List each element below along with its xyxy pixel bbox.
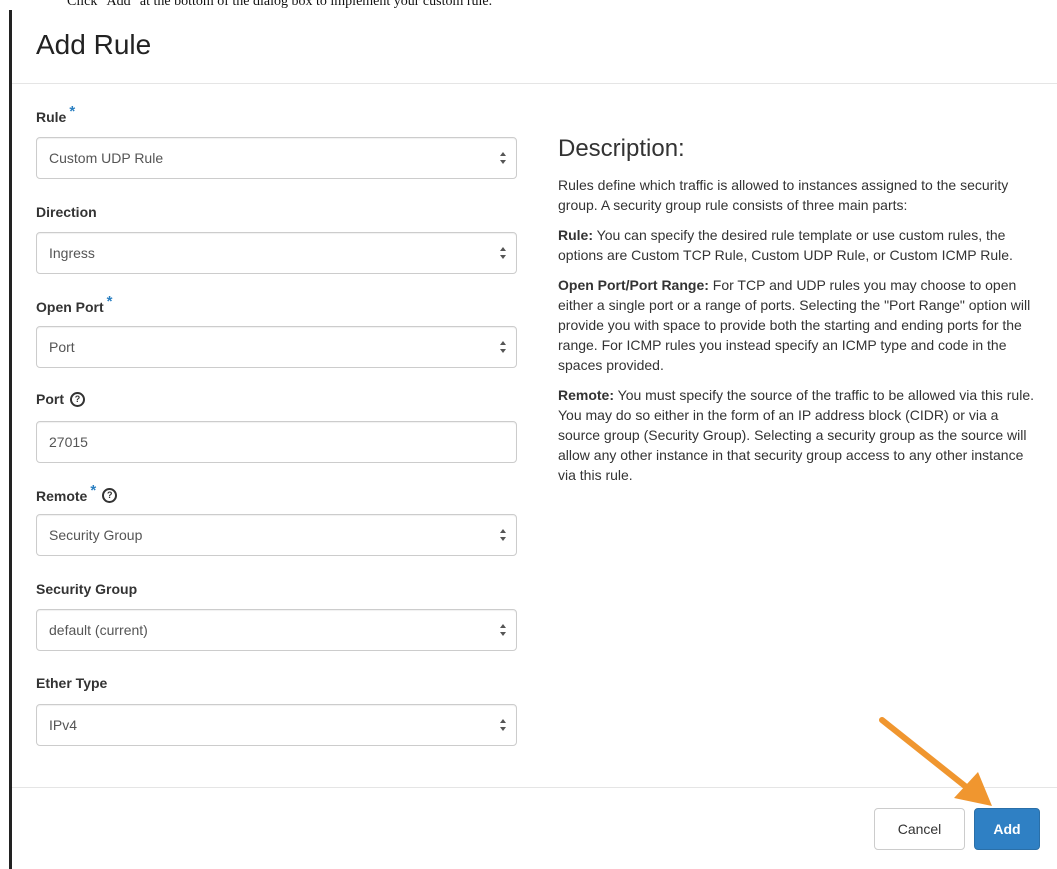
- up-down-caret-icon: [500, 152, 506, 164]
- remote-label: Remote * ?: [36, 482, 118, 504]
- port-input[interactable]: [36, 421, 517, 463]
- up-down-caret-icon: [500, 247, 506, 259]
- remote-select[interactable]: Security Group: [36, 514, 517, 556]
- ether-type-select[interactable]: IPv4: [36, 704, 517, 746]
- description-panel: Description: Rules define which traffic …: [558, 135, 1038, 495]
- description-remote: Remote: You must specify the source of t…: [558, 385, 1038, 485]
- direction-label: Direction: [36, 204, 97, 220]
- port-label: Port ?: [36, 391, 85, 407]
- required-asterisk-icon: *: [69, 103, 76, 120]
- page-left-border: [9, 10, 12, 869]
- up-down-caret-icon: [500, 341, 506, 353]
- description-remote-title: Remote:: [558, 387, 615, 403]
- up-down-caret-icon: [500, 719, 506, 731]
- description-port-title: Open Port/Port Range:: [558, 277, 709, 293]
- description-heading: Description:: [558, 135, 685, 162]
- cancel-button[interactable]: Cancel: [874, 808, 965, 850]
- modal-title: Add Rule: [36, 29, 152, 60]
- question-circle-icon[interactable]: ?: [70, 391, 85, 407]
- required-asterisk-icon: *: [106, 293, 113, 310]
- modal-header: Add Rule: [12, 10, 1057, 84]
- required-asterisk-icon: *: [90, 482, 97, 499]
- question-circle-icon[interactable]: ?: [102, 488, 118, 503]
- open-port-select[interactable]: Port: [36, 326, 517, 368]
- instruction-text: Click "Add" at the bottom of the dialog …: [67, 0, 493, 9]
- up-down-caret-icon: [500, 529, 506, 541]
- rule-select[interactable]: Custom UDP Rule: [36, 137, 517, 179]
- open-port-label: Open Port *: [36, 293, 113, 315]
- direction-select[interactable]: Ingress: [36, 232, 517, 274]
- description-port: Open Port/Port Range: For TCP and UDP ru…: [558, 275, 1038, 375]
- description-intro: Rules define which traffic is allowed to…: [558, 177, 1009, 213]
- security-group-label: Security Group: [36, 581, 138, 597]
- description-rule-title: Rule:: [558, 227, 593, 243]
- security-group-select[interactable]: default (current): [36, 609, 517, 651]
- ether-type-label: Ether Type: [36, 675, 108, 691]
- orange-arrow-icon: [879, 717, 992, 806]
- rule-label: Rule *: [36, 103, 76, 125]
- description-remote-text: You must specify the source of the traff…: [558, 387, 1034, 483]
- up-down-caret-icon: [500, 624, 506, 636]
- description-rule: Rule: You can specify the desired rule t…: [558, 225, 1038, 265]
- add-button[interactable]: Add: [974, 808, 1040, 850]
- description-rule-text: You can specify the desired rule templat…: [558, 227, 1013, 263]
